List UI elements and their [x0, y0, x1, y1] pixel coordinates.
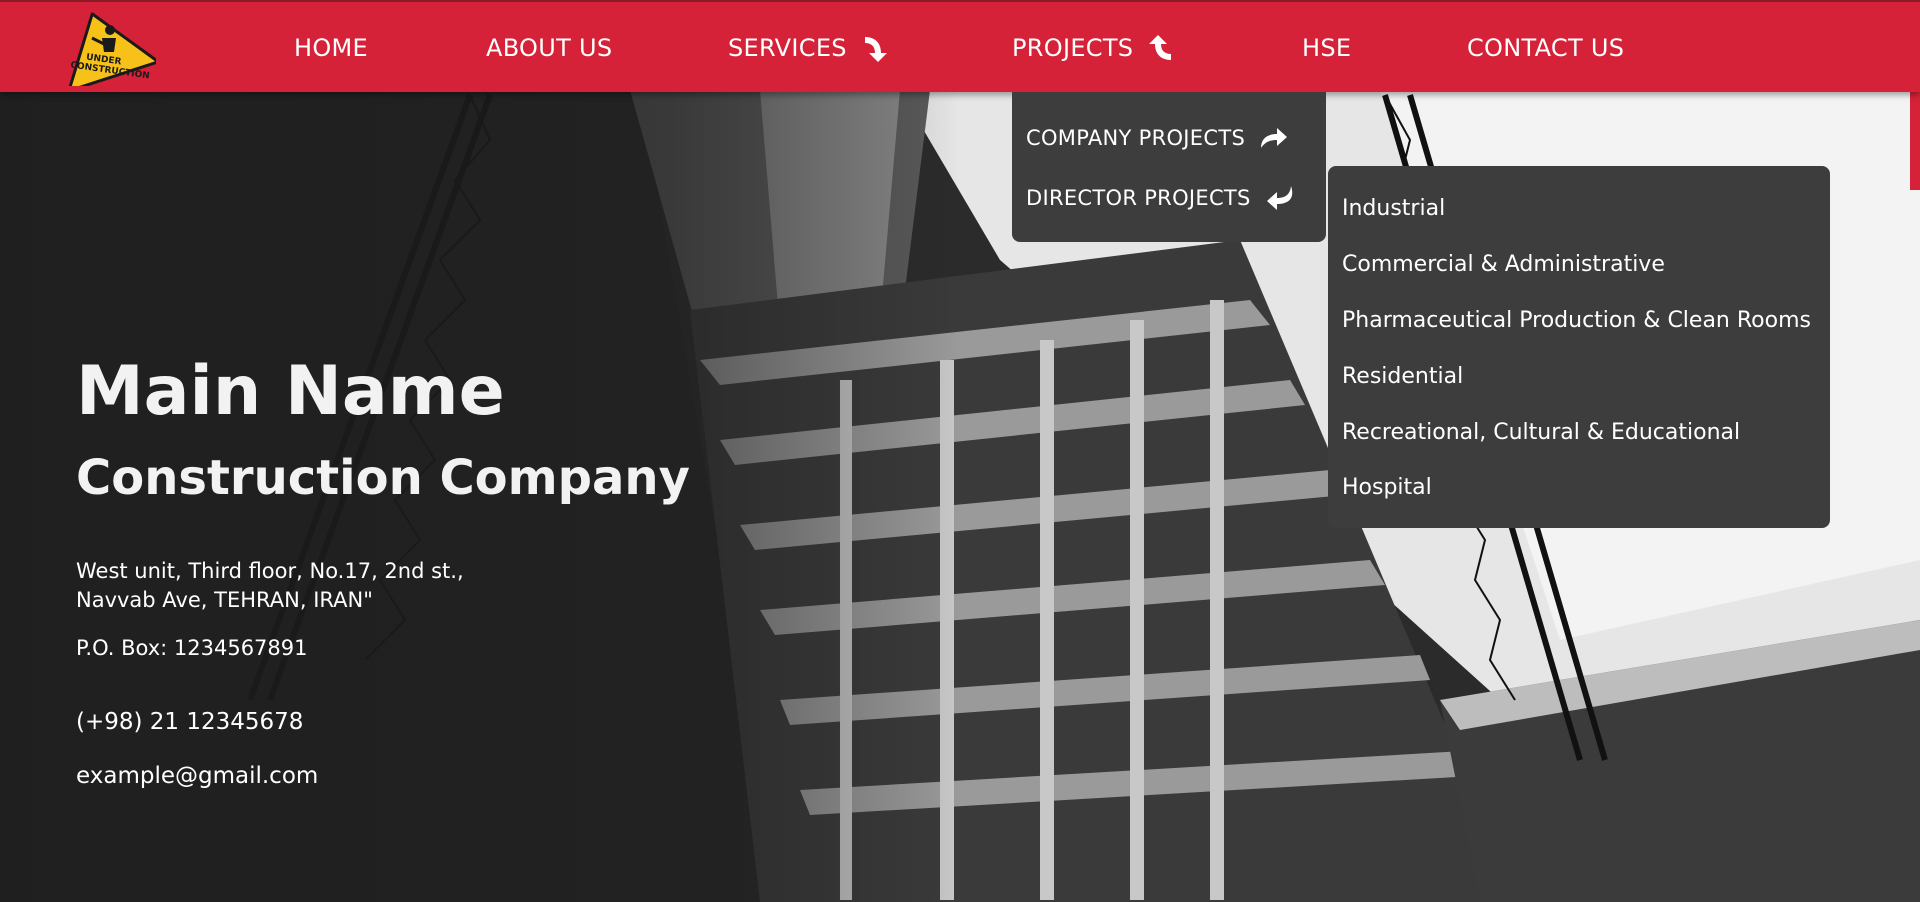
- address-line-1: West unit, Third floor, No.17, 2nd st.,: [76, 559, 464, 583]
- nav-services-label: SERVICES: [728, 34, 847, 62]
- top-navigation-bar: UNDER CONSTRUCTION HOME ABOUT US SERVICE…: [0, 0, 1920, 93]
- director-projects-label: DIRECTOR PROJECTS: [1026, 186, 1251, 210]
- hero-main-name: Main Name: [76, 352, 505, 431]
- nav-home-label: HOME: [294, 34, 369, 62]
- email-address[interactable]: example@gmail.com: [76, 763, 318, 789]
- director-projects-submenu: Industrial Commercial & Administrative P…: [1328, 166, 1830, 528]
- company-projects-label: COMPANY PROJECTS: [1026, 126, 1246, 150]
- nav-about-us[interactable]: ABOUT US: [486, 30, 612, 66]
- nav-projects[interactable]: PROJECTS: [1012, 30, 1175, 66]
- nav-contact-label: CONTACT US: [1467, 34, 1625, 62]
- phone-number[interactable]: (+98) 21 12345678: [76, 709, 303, 735]
- curved-arrow-up-icon: [1149, 35, 1172, 60]
- return-arrow-icon: [1266, 186, 1292, 210]
- nav-contact-us[interactable]: CONTACT US: [1467, 30, 1624, 66]
- submenu-item-pharmaceutical[interactable]: Pharmaceutical Production & Clean Rooms: [1342, 304, 1811, 336]
- submenu-item-industrial[interactable]: Industrial: [1342, 192, 1445, 224]
- nav-services[interactable]: SERVICES: [728, 30, 889, 66]
- nav-hse[interactable]: HSE: [1302, 30, 1351, 66]
- nav-projects-label: PROJECTS: [1012, 34, 1134, 62]
- submenu-item-hospital[interactable]: Hospital: [1342, 471, 1432, 503]
- projects-dropdown-menu: COMPANY PROJECTS DIRECTOR PROJECTS: [1012, 92, 1326, 242]
- hero-company-name: Construction Company: [76, 450, 690, 506]
- menu-item-company-projects[interactable]: COMPANY PROJECTS: [1026, 122, 1289, 154]
- site-logo[interactable]: UNDER CONSTRUCTION: [52, 8, 160, 93]
- nav-about-label: ABOUT US: [486, 34, 613, 62]
- submenu-item-commercial[interactable]: Commercial & Administrative: [1342, 248, 1665, 280]
- nav-hse-label: HSE: [1302, 34, 1352, 62]
- po-box: P.O. Box: 1234567891: [76, 636, 308, 660]
- menu-item-director-projects[interactable]: DIRECTOR PROJECTS: [1026, 182, 1295, 214]
- share-arrow-icon: [1261, 128, 1288, 148]
- curved-arrow-down-icon: [864, 37, 887, 62]
- submenu-item-recreational[interactable]: Recreational, Cultural & Educational: [1342, 416, 1740, 448]
- scroll-indicator: [1910, 92, 1920, 190]
- address-line-2: Navvab Ave, TEHRAN, IRAN": [76, 588, 373, 612]
- submenu-item-residential[interactable]: Residential: [1342, 360, 1463, 392]
- nav-home[interactable]: HOME: [294, 30, 368, 66]
